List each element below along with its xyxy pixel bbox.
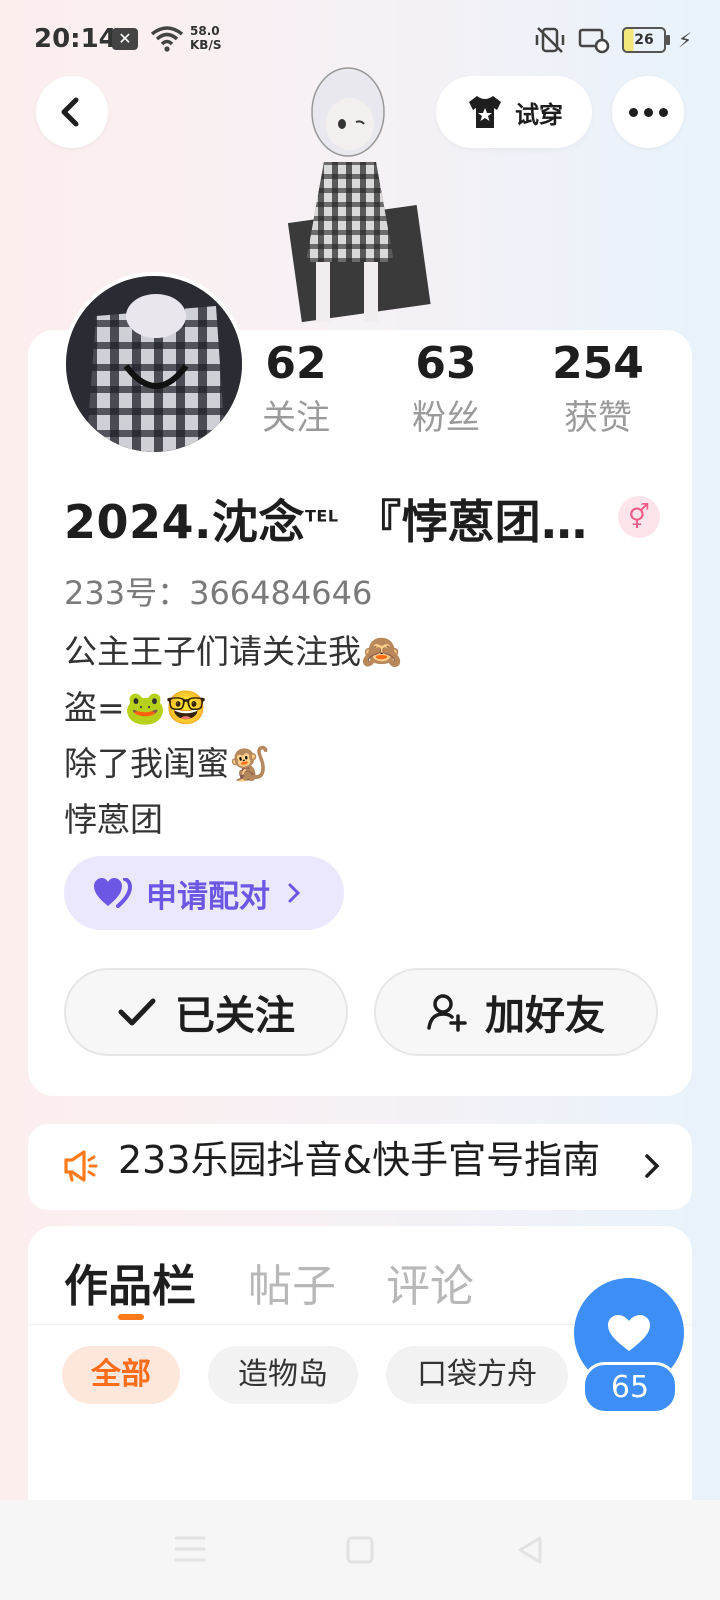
bio-line: 公主王子们请关注我🙈 [64,632,403,671]
pair-request-label: 申请配对 [146,878,270,915]
back-icon [61,97,79,127]
likes-count: 254 [552,338,644,389]
like-count: 65 [582,1362,678,1414]
stat-following[interactable]: 62 关注 [226,336,366,444]
following-label: 关注 [262,398,330,438]
screen-record-icon [578,28,610,54]
notice-text: 233乐园抖音&快手官号指南 [118,1138,601,1182]
filter-all[interactable]: 全部 [62,1346,180,1404]
battery-indicator: 26 [621,27,670,53]
stat-likes[interactable]: 254 获赞 [528,336,668,444]
stat-followers[interactable]: 63 粉丝 [376,336,516,444]
add-user-icon [427,994,467,1032]
notification-icon: ✕ [112,28,138,50]
profile-name: 2024.沈念TEL 『悖蒽团… [64,495,588,549]
filter-creation-island[interactable]: 造物岛 [208,1346,358,1404]
gender-badge: ⚥ [618,496,660,538]
following-button-label: 已关注 [175,993,295,1039]
bio-line: 除了我闺蜜🐒 [64,744,271,783]
following-count: 62 [265,338,327,389]
more-icon [628,107,638,117]
bio: 公主王子们请关注我🙈 盗=🐸🤓 除了我闺蜜🐒 悖蒽团 [64,624,402,848]
avatar-3d-figure[interactable] [276,62,446,330]
notice-banner[interactable]: 233乐园抖音&快手官号指南 [28,1124,692,1210]
tab-posts[interactable]: 帖子 [248,1250,336,1314]
likes-label: 获赞 [564,398,632,438]
try-on-button[interactable]: 试穿 [436,76,592,148]
heart-icon [608,1315,650,1351]
following-button[interactable]: 已关注 [64,968,348,1056]
followers-label: 粉丝 [412,398,480,438]
chevron-right-icon [288,883,301,903]
check-icon [118,998,156,1026]
network-speed: 58.0 KB/S [190,24,222,52]
tab-comments[interactable]: 评论 [386,1250,474,1314]
add-friend-label: 加好友 [485,993,605,1039]
nav-back-icon[interactable] [514,1534,546,1566]
followers-count: 63 [415,338,477,389]
back-button[interactable] [36,76,108,148]
tab-indicator [118,1314,144,1320]
mute-vibrate-icon [535,27,565,53]
wifi-icon [150,26,184,52]
add-friend-button[interactable]: 加好友 [374,968,658,1056]
more-button[interactable] [612,76,684,148]
bio-line: 盗=🐸🤓 [64,688,207,727]
status-time: 20:14 [34,24,117,54]
try-on-label: 试穿 [515,100,563,129]
user-id[interactable]: 233号：366484646 [64,568,372,614]
bio-line: 悖蒽团 [64,800,163,839]
avatar[interactable] [62,272,246,456]
filter-pocket-ark[interactable]: 口袋方舟 [386,1346,568,1404]
menu-icon[interactable] [172,1534,208,1564]
tab-works[interactable]: 作品栏 [64,1250,196,1314]
charging-icon: ⚡ [677,28,692,52]
heart-icon [94,878,132,908]
home-icon[interactable] [344,1534,376,1566]
chevron-right-icon [645,1154,660,1178]
pair-request-button[interactable]: 申请配对 [64,856,344,930]
megaphone-icon [64,1150,98,1182]
system-nav-bar [0,1500,720,1600]
tshirt-icon [469,96,501,128]
